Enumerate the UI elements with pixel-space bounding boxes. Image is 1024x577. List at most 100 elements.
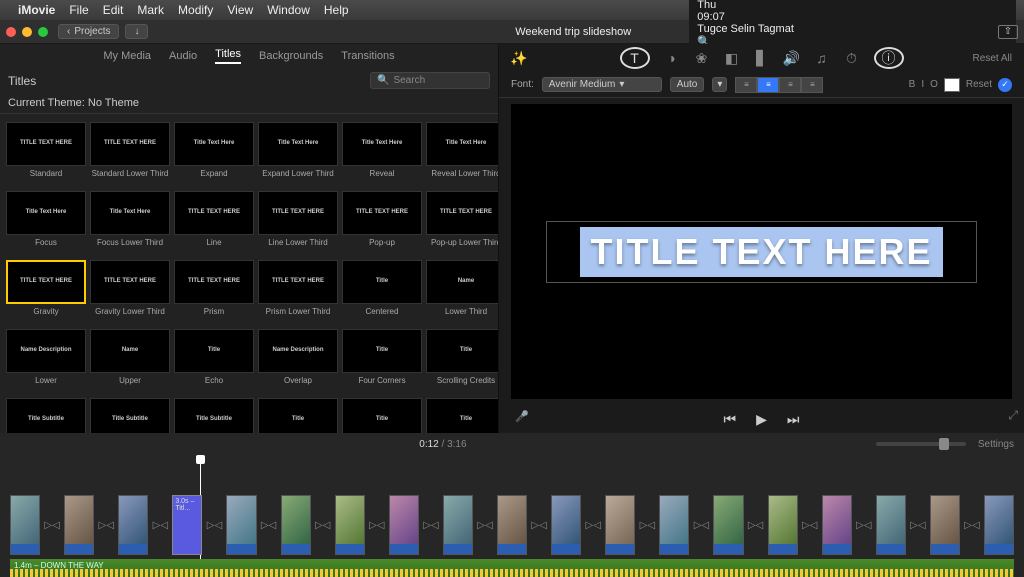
italic-button[interactable]: I [921, 79, 924, 90]
title-preset-lower-third[interactable]: NameLower Third [426, 260, 498, 325]
align-right-button[interactable]: ≡ [779, 77, 801, 93]
title-text-editable[interactable]: TITLE TEXT HERE [580, 227, 942, 277]
title-preset-gravity-lower-third[interactable]: TITLE TEXT HEREGravity Lower Third [90, 260, 170, 325]
menu-mark[interactable]: Mark [137, 3, 164, 17]
bold-button[interactable]: B [909, 79, 916, 90]
timeline-clip[interactable] [930, 495, 960, 555]
timeline-clip[interactable] [659, 495, 689, 555]
tab-audio[interactable]: Audio [169, 50, 197, 62]
timeline-clip[interactable] [281, 495, 311, 555]
minimize-window-button[interactable] [22, 27, 32, 37]
title-preset-line-lower-third[interactable]: TITLE TEXT HERELine Lower Third [258, 191, 338, 256]
transition-icon[interactable]: ▷◁ [424, 495, 438, 555]
voiceover-icon[interactable]: 🎤 [515, 410, 529, 423]
timeline-settings-button[interactable]: Settings [978, 439, 1014, 450]
title-preset-echo[interactable]: TitleEcho [174, 329, 254, 394]
timeline-clip[interactable] [822, 495, 852, 555]
timeline-clip[interactable] [551, 495, 581, 555]
title-preset-vertical-drift[interactable]: Title SubtitleVertical Drift [174, 398, 254, 433]
title-preset-gravity[interactable]: TITLE TEXT HEREGravity [6, 260, 86, 325]
title-preset-pop-up[interactable]: TITLE TEXT HEREPop-up [342, 191, 422, 256]
next-button[interactable]: ⏭ [787, 411, 800, 428]
share-button[interactable]: ⇧ [998, 25, 1018, 39]
title-preset-reveal-lower-third[interactable]: Title Text HereReveal Lower Third [426, 122, 498, 187]
title-preset-lower[interactable]: Name DescriptionLower [6, 329, 86, 394]
title-preset-prism[interactable]: TITLE TEXT HEREPrism [174, 260, 254, 325]
size-stepper[interactable]: ▾ [712, 77, 727, 92]
audio-track[interactable]: 1.4m – DOWN THE WAY [10, 559, 1014, 577]
timeline-title-clip[interactable]: 3.0s – Titl... [172, 495, 202, 555]
tab-my-media[interactable]: My Media [103, 50, 151, 62]
zoom-slider[interactable] [876, 442, 966, 446]
menu-edit[interactable]: Edit [103, 3, 124, 17]
search-input[interactable]: 🔍 Search [370, 72, 490, 89]
title-preset-standard[interactable]: TITLE TEXT HEREStandard [6, 122, 86, 187]
title-preset-focus[interactable]: Title Text HereFocus [6, 191, 86, 256]
tab-transitions[interactable]: Transitions [341, 50, 394, 62]
title-preset-horizontal-blur[interactable]: TitleHorizontal Blur [342, 398, 422, 433]
title-preset-sideways-drift[interactable]: Title SubtitleSideways Drift [90, 398, 170, 433]
tab-titles[interactable]: Titles [215, 48, 241, 64]
title-preset-line[interactable]: TITLE TEXT HERELine [174, 191, 254, 256]
menu-modify[interactable]: Modify [178, 3, 213, 17]
timeline-clip[interactable] [876, 495, 906, 555]
transition-icon[interactable]: ▷◁ [99, 495, 113, 555]
title-preset-scrolling-credits[interactable]: TitleScrolling Credits [426, 329, 498, 394]
menu-view[interactable]: View [227, 3, 253, 17]
outline-button[interactable]: O [930, 79, 938, 90]
timeline-clip[interactable] [335, 495, 365, 555]
speed-icon[interactable]: ⏱ [844, 50, 860, 66]
timeline-clip[interactable] [605, 495, 635, 555]
align-justify-button[interactable]: ≡ [801, 77, 823, 93]
transition-icon[interactable]: ▷◁ [586, 495, 600, 555]
menu-file[interactable]: File [69, 3, 88, 17]
transition-icon[interactable]: ▷◁ [316, 495, 330, 555]
timeline-clip[interactable] [389, 495, 419, 555]
transition-icon[interactable]: ▷◁ [370, 495, 384, 555]
prev-button[interactable]: ⏮ [724, 411, 737, 428]
title-preset-expand-lower-third[interactable]: Title Text HereExpand Lower Third [258, 122, 338, 187]
timeline-clip[interactable] [713, 495, 743, 555]
title-preset-drifting[interactable]: Title SubtitleDrifting [6, 398, 86, 433]
import-button[interactable]: ↓ [125, 24, 148, 39]
title-preset-overlap[interactable]: Name DescriptionOverlap [258, 329, 338, 394]
timeline-clip[interactable] [443, 495, 473, 555]
timeline-clip[interactable] [118, 495, 148, 555]
timeline-clip[interactable] [984, 495, 1014, 555]
reset-all-button[interactable]: Reset All [973, 53, 1012, 64]
titles-inspector-button[interactable]: T [620, 47, 650, 69]
timeline-clip[interactable] [497, 495, 527, 555]
timeline-clip[interactable] [768, 495, 798, 555]
transition-icon[interactable]: ▷◁ [803, 495, 817, 555]
close-window-button[interactable] [6, 27, 16, 37]
transition-icon[interactable]: ▷◁ [694, 495, 708, 555]
font-select[interactable]: Avenir Medium▾ [542, 77, 662, 92]
size-select[interactable]: Auto [670, 77, 705, 92]
align-center-button[interactable]: ≡ [757, 77, 779, 93]
preview-viewer[interactable]: TITLE TEXT HERE 🎤 ⤢ [511, 104, 1012, 399]
align-left-button[interactable]: ≡ [735, 77, 757, 93]
menu-help[interactable]: Help [324, 3, 349, 17]
title-preset-focus-lower-third[interactable]: Title Text HereFocus Lower Third [90, 191, 170, 256]
transition-icon[interactable]: ▷◁ [640, 495, 654, 555]
fullscreen-icon[interactable]: ⤢ [1008, 408, 1018, 423]
transition-icon[interactable]: ▷◁ [478, 495, 492, 555]
title-preset-upper[interactable]: NameUpper [90, 329, 170, 394]
title-preset-centered[interactable]: TitleCentered [342, 260, 422, 325]
stabilize-icon[interactable]: ▋ [754, 50, 770, 66]
crop-icon[interactable]: ◧ [724, 50, 740, 66]
info-inspector-button[interactable]: ⓘ [874, 47, 904, 69]
back-to-projects-button[interactable]: ‹ Projects [58, 24, 119, 39]
menu-window[interactable]: Window [267, 3, 310, 17]
transition-icon[interactable]: ▷◁ [911, 495, 925, 555]
timeline-clip[interactable] [10, 495, 40, 555]
title-preset-standard-lower-third[interactable]: TITLE TEXT HEREStandard Lower Third [90, 122, 170, 187]
transition-icon[interactable]: ▷◁ [262, 495, 276, 555]
title-bounding-box[interactable]: TITLE TEXT HERE [546, 221, 977, 283]
color-correct-icon[interactable]: ❀ [694, 50, 710, 66]
title-preset-soft-edge[interactable]: TitleSoft Edge [426, 398, 498, 433]
noise-reduction-icon[interactable]: ♫ [814, 50, 830, 66]
zoom-window-button[interactable] [38, 27, 48, 37]
color-balance-icon[interactable]: ◑ [664, 50, 680, 66]
title-preset-prism-lower-third[interactable]: TITLE TEXT HEREPrism Lower Third [258, 260, 338, 325]
